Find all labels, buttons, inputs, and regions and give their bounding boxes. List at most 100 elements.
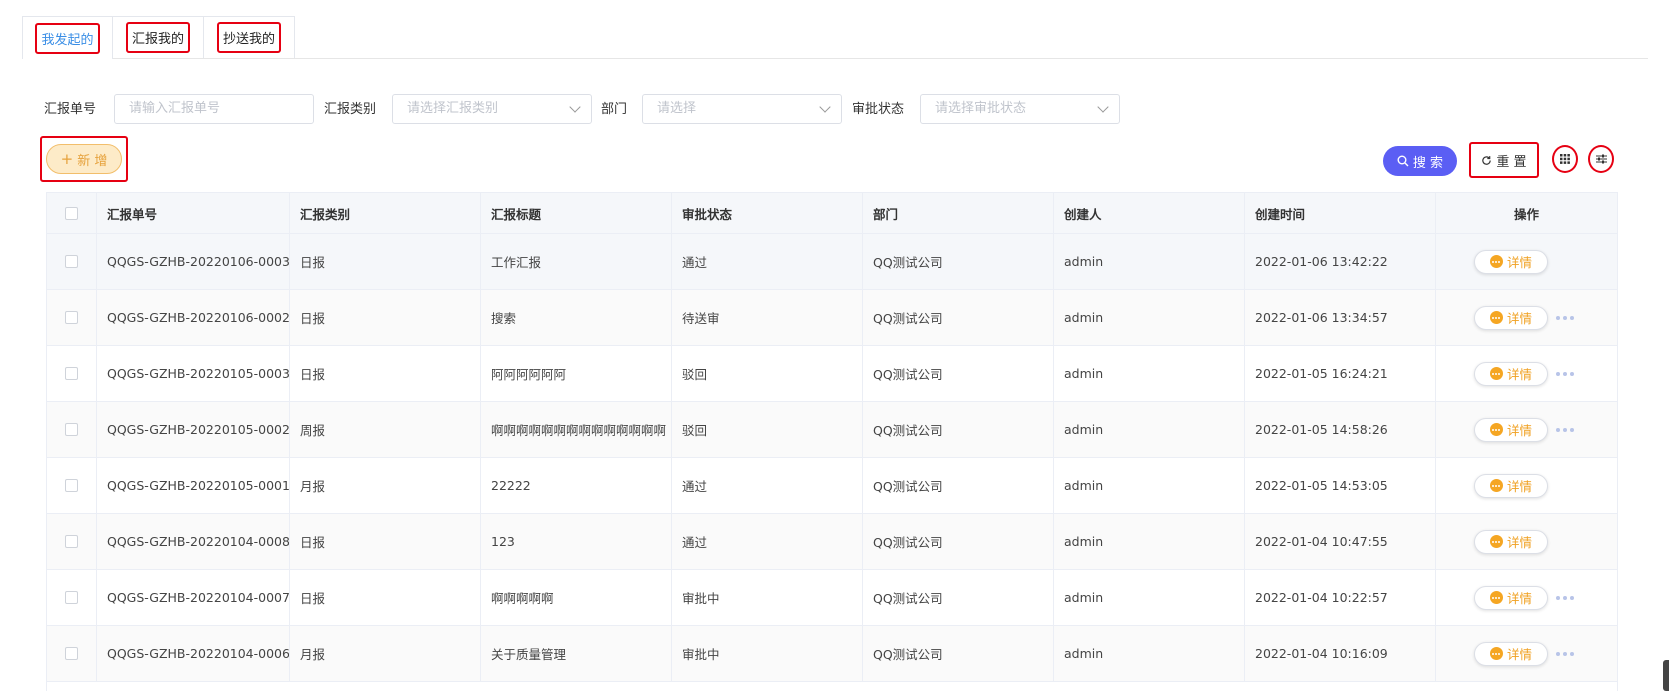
row-checkbox[interactable] bbox=[65, 255, 78, 268]
tab-bar: 我发起的 汇报我的 抄送我的 bbox=[22, 16, 1648, 59]
select-all-cell bbox=[47, 193, 97, 233]
scrollbar-thumb[interactable] bbox=[1663, 660, 1669, 691]
cell-dept: QQ测试公司 bbox=[863, 514, 1054, 569]
row-select-cell bbox=[47, 346, 97, 401]
detail-button[interactable]: 详情 bbox=[1474, 305, 1548, 330]
cell-created-time: 2022-01-04 10:22:57 bbox=[1245, 570, 1436, 625]
cell-report-no: QQGS-GZHB-20220105-0001 bbox=[97, 458, 290, 513]
row-checkbox[interactable] bbox=[65, 423, 78, 436]
table-row[interactable]: QQGS-GZHB-20220105-0003 日报 阿阿阿阿阿阿 驳回 QQ测… bbox=[47, 346, 1617, 402]
more-actions-icon[interactable] bbox=[1556, 595, 1574, 600]
detail-button[interactable]: 详情 bbox=[1474, 249, 1548, 274]
more-actions-icon[interactable] bbox=[1556, 371, 1574, 376]
table-row[interactable]: QQGS-GZHB-20220106-0003 日报 工作汇报 通过 QQ测试公… bbox=[47, 234, 1617, 290]
cell-report-type: 月报 bbox=[290, 626, 481, 681]
detail-button[interactable]: 详情 bbox=[1474, 473, 1548, 498]
tab-my-initiated[interactable]: 我发起的 bbox=[22, 16, 113, 59]
more-dots-icon bbox=[1489, 591, 1503, 604]
column-settings-button[interactable] bbox=[1552, 145, 1578, 173]
reset-button[interactable]: 重 置 bbox=[1469, 142, 1539, 178]
cell-report-no: QQGS-GZHB-20220104-0008 bbox=[97, 514, 290, 569]
col-report-no[interactable]: 汇报单号 bbox=[97, 193, 290, 233]
cell-created-time: 2022-01-05 14:58:26 bbox=[1245, 402, 1436, 457]
cell-dept: QQ测试公司 bbox=[863, 346, 1054, 401]
cell-report-title: 搜索 bbox=[481, 290, 672, 345]
cell-report-type: 日报 bbox=[290, 234, 481, 289]
row-checkbox[interactable] bbox=[65, 591, 78, 604]
cell-report-title: 123 bbox=[481, 514, 672, 569]
more-actions-icon[interactable] bbox=[1556, 315, 1574, 320]
more-dots-icon bbox=[1489, 479, 1503, 492]
detail-button[interactable]: 详情 bbox=[1474, 361, 1548, 386]
report-type-select[interactable]: 请选择汇报类别 bbox=[392, 94, 592, 124]
tab-cc-to-me[interactable]: 抄送我的 bbox=[203, 16, 295, 58]
cell-dept: QQ测试公司 bbox=[863, 290, 1054, 345]
col-report-title[interactable]: 汇报标题 bbox=[481, 193, 672, 233]
cell-creator: admin bbox=[1054, 234, 1245, 289]
add-button[interactable]: + 新 增 bbox=[46, 144, 122, 174]
more-dots-icon bbox=[1489, 255, 1503, 268]
table-row[interactable]: QQGS-GZHB-20220104-0008 日报 123 通过 QQ测试公司… bbox=[47, 514, 1617, 570]
cell-creator: admin bbox=[1054, 570, 1245, 625]
table-header: 汇报单号 汇报类别 汇报标题 审批状态 部门 创建人 创建时间 操作 bbox=[47, 192, 1617, 234]
grid-icon bbox=[1560, 154, 1570, 164]
cell-dept: QQ测试公司 bbox=[863, 570, 1054, 625]
cell-report-no: QQGS-GZHB-20220105-0002 bbox=[97, 402, 290, 457]
col-actions: 操作 bbox=[1513, 206, 1539, 222]
report-table: 汇报单号 汇报类别 汇报标题 审批状态 部门 创建人 创建时间 操作 QQGS-… bbox=[46, 192, 1618, 691]
select-all-checkbox[interactable] bbox=[65, 206, 78, 220]
row-select-cell bbox=[47, 290, 97, 345]
table-row[interactable]: QQGS-GZHB-20220104-0007 日报 啊啊啊啊啊 审批中 QQ测… bbox=[47, 570, 1617, 626]
cell-created-time: 2022-01-05 16:24:21 bbox=[1245, 346, 1436, 401]
search-icon bbox=[1397, 155, 1409, 167]
cell-approval-status: 审批中 bbox=[672, 626, 863, 681]
col-created-time[interactable]: 创建时间 bbox=[1245, 193, 1436, 233]
cell-report-type: 周报 bbox=[290, 402, 481, 457]
cell-dept: QQ测试公司 bbox=[863, 458, 1054, 513]
row-checkbox[interactable] bbox=[65, 367, 78, 380]
row-checkbox[interactable] bbox=[65, 647, 78, 660]
table-row[interactable]: QQGS-GZHB-20220105-0002 周报 啊啊啊啊啊啊啊啊啊啊啊啊啊… bbox=[47, 402, 1617, 458]
detail-button[interactable]: 详情 bbox=[1474, 417, 1548, 442]
dept-placeholder: 请选择 bbox=[657, 101, 697, 116]
row-checkbox[interactable] bbox=[65, 311, 78, 324]
detail-button[interactable]: 详情 bbox=[1474, 529, 1548, 554]
chevron-down-icon bbox=[569, 101, 581, 113]
col-report-type[interactable]: 汇报类别 bbox=[290, 193, 481, 233]
col-creator[interactable]: 创建人 bbox=[1054, 193, 1245, 233]
more-actions-icon[interactable] bbox=[1556, 651, 1574, 656]
cell-report-no: QQGS-GZHB-20220105-0003 bbox=[97, 346, 290, 401]
row-checkbox[interactable] bbox=[65, 535, 78, 548]
sliders-icon bbox=[1595, 154, 1607, 164]
tab-reported-to-me[interactable]: 汇报我的 bbox=[112, 16, 204, 58]
detail-button[interactable]: 详情 bbox=[1474, 585, 1548, 610]
filter-settings-button[interactable] bbox=[1588, 145, 1614, 173]
detail-button-label: 详情 bbox=[1506, 591, 1532, 606]
col-dept[interactable]: 部门 bbox=[863, 193, 1054, 233]
search-button-label: 搜 索 bbox=[1412, 155, 1444, 171]
cell-creator: admin bbox=[1054, 290, 1245, 345]
cell-creator: admin bbox=[1054, 346, 1245, 401]
cell-dept: QQ测试公司 bbox=[863, 402, 1054, 457]
table-row[interactable]: QQGS-GZHB-20220105-0001 月报 22222 通过 QQ测试… bbox=[47, 458, 1617, 514]
search-button[interactable]: 搜 索 bbox=[1383, 146, 1457, 176]
cell-report-title: 22222 bbox=[481, 458, 672, 513]
cell-report-type: 月报 bbox=[290, 458, 481, 513]
row-checkbox[interactable] bbox=[65, 479, 78, 492]
report-no-input[interactable]: 请输入汇报单号 bbox=[114, 94, 314, 124]
more-actions-icon[interactable] bbox=[1556, 427, 1574, 432]
row-select-cell bbox=[47, 570, 97, 625]
col-approval-status[interactable]: 审批状态 bbox=[672, 193, 863, 233]
table-row[interactable]: QQGS-GZHB-20220106-0002 日报 搜索 待送审 QQ测试公司… bbox=[47, 290, 1617, 346]
report-no-label: 汇报单号 bbox=[44, 102, 97, 117]
dept-select[interactable]: 请选择 bbox=[642, 94, 842, 124]
tab-label: 我发起的 bbox=[35, 22, 100, 54]
cell-creator: admin bbox=[1054, 626, 1245, 681]
detail-button[interactable]: 详情 bbox=[1474, 641, 1548, 666]
approval-status-select[interactable]: 请选择审批状态 bbox=[920, 94, 1120, 124]
cell-created-time: 2022-01-04 10:47:55 bbox=[1245, 514, 1436, 569]
cell-actions: 详情 bbox=[1436, 402, 1617, 457]
add-button-label: 新 增 bbox=[77, 153, 108, 169]
table-row[interactable]: QQGS-GZHB-20220104-0006 月报 关于质量管理 审批中 QQ… bbox=[47, 626, 1617, 682]
report-type-label: 汇报类别 bbox=[324, 102, 377, 117]
